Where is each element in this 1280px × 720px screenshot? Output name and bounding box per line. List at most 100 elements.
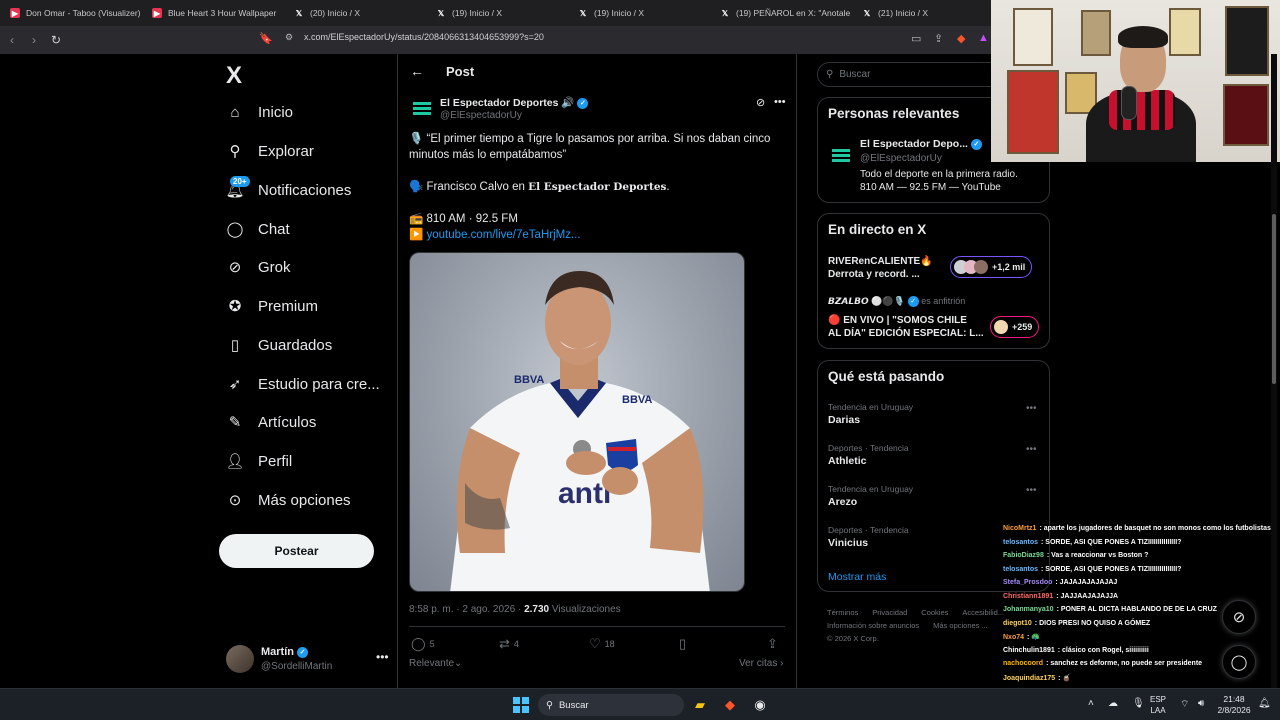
- nav-item-chat[interactable]: ◯ Chat: [226, 214, 290, 244]
- nav-item-profile[interactable]: 👤︎ Perfil: [225, 446, 292, 476]
- taskbar-search[interactable]: ⚲ Buscar: [538, 694, 684, 716]
- cast-icon[interactable]: ▭: [911, 32, 921, 45]
- notification-center-icon[interactable]: 🔔︎: [1258, 698, 1271, 709]
- reload-icon[interactable]: ↻: [46, 30, 66, 50]
- browser-tab[interactable]: ▶ Don Omar - Taboo (Visualizer): [0, 0, 142, 26]
- url-field[interactable]: x.com/ElEspectadorUy/status/208406631340…: [304, 32, 544, 42]
- browser-tab[interactable]: 𝕏 (19) Inicio / X: [426, 0, 568, 26]
- rocket-icon: ➶: [228, 376, 242, 393]
- trend-name[interactable]: Vinicius: [828, 537, 868, 549]
- trend-name[interactable]: Arezo: [828, 496, 857, 508]
- onedrive-icon[interactable]: ☁: [1108, 698, 1118, 709]
- relevant-handle: @ElEspectadorUy: [860, 153, 942, 164]
- grok-explain-icon[interactable]: ⊘: [756, 96, 765, 109]
- live-space-title[interactable]: RIVERenCALIENTE🔥 Derrota y record. ...: [828, 255, 948, 281]
- streamer-scarf: [1109, 90, 1175, 130]
- nav-item-notifications[interactable]: 🔔︎ 20+ Notificaciones: [225, 175, 351, 205]
- espectador-logo-icon: [832, 149, 850, 162]
- tweet-link-row: ▶️ youtube.com/live/7eTaHrjMz...: [409, 227, 789, 243]
- back-arrow-icon[interactable]: ←: [410, 63, 424, 79]
- rewards-icon[interactable]: ▲: [978, 32, 989, 44]
- more-dots-icon[interactable]: •••: [1026, 403, 1037, 414]
- quotes-link[interactable]: Ver citas ›: [739, 658, 783, 669]
- trend-name[interactable]: Athletic: [828, 455, 867, 467]
- live-space-title[interactable]: 🔴 EN VIVO | "SOMOS CHILE AL DÍA" EDICIÓN …: [828, 314, 988, 340]
- live-listeners-pill[interactable]: +1,2 mil: [950, 256, 1033, 278]
- chat-text: : JAJAJAJAJAJAJ: [1055, 579, 1118, 586]
- obs-icon[interactable]: ◉: [751, 696, 769, 714]
- footer-link[interactable]: Más opciones ...: [933, 621, 988, 630]
- browser-tab[interactable]: 𝕏 (19) PEÑAROL en X: "Anotale a: [710, 0, 852, 26]
- chat-message: Chinchulin1891: clásico con Rogel, siiii…: [1003, 647, 1149, 654]
- forward-icon[interactable]: ›: [24, 30, 44, 50]
- chat-text: : SORDE, ASI QUE PONES A TIZIIIIIIIIIIII…: [1041, 539, 1182, 546]
- chat-user: Stefa_Prosdoo: [1003, 579, 1053, 586]
- footer-link[interactable]: Información sobre anuncios: [827, 621, 919, 630]
- chat-icon: ◯: [1230, 654, 1248, 671]
- nav-item-explore[interactable]: ⚲ Explorar: [226, 136, 314, 166]
- brave-browser-icon[interactable]: ◆: [721, 696, 739, 714]
- footer-link[interactable]: Privacidad: [872, 608, 907, 617]
- page-scrollbar[interactable]: [1271, 54, 1277, 688]
- file-explorer-icon[interactable]: ▰: [691, 696, 709, 714]
- back-icon[interactable]: ‹: [2, 30, 22, 50]
- bookmark-button[interactable]: ▯: [679, 636, 686, 652]
- sort-dropdown[interactable]: Relevante⌄: [409, 658, 462, 669]
- input-language[interactable]: ESP LAA: [1150, 694, 1166, 716]
- more-dots-icon[interactable]: •••: [1026, 485, 1037, 496]
- taskbar-clock[interactable]: 21:48 2/8/2026: [1214, 694, 1254, 716]
- nav-item-grok[interactable]: ⊘ Grok: [226, 252, 291, 282]
- more-dots-icon[interactable]: •••: [376, 650, 389, 664]
- x-logo-icon[interactable]: X: [226, 62, 242, 90]
- live-listeners-pill[interactable]: +259: [990, 316, 1040, 338]
- grok-floating-button[interactable]: ⊘: [1222, 600, 1256, 634]
- bookmark-page-icon[interactable]: 🔖: [259, 32, 273, 45]
- nav-item-premium[interactable]: ✪ Premium: [226, 291, 318, 321]
- microphone-icon[interactable]: 🎙︎: [1132, 698, 1145, 709]
- volume-icon[interactable]: 🔊︎: [1198, 698, 1204, 709]
- site-info-icon[interactable]: ⚙: [285, 32, 293, 43]
- author-avatar[interactable]: [410, 96, 434, 120]
- more-dots-icon[interactable]: •••: [774, 96, 786, 108]
- nav-item-home[interactable]: ⌂ Inicio: [226, 97, 293, 127]
- post-button[interactable]: Postear: [219, 534, 374, 568]
- chat-user: diegot10: [1003, 620, 1032, 627]
- brave-shield-icon[interactable]: ◆: [957, 32, 965, 45]
- author-name-row[interactable]: El Espectador Deportes 🔊 ✓: [440, 96, 589, 109]
- show-more-link[interactable]: Mostrar más: [828, 571, 886, 583]
- like-button[interactable]: ♡ 18: [589, 636, 615, 652]
- post-timestamp[interactable]: 8:58 p. m. · 2 ago. 2026 ·: [409, 604, 524, 615]
- nav-item-articles[interactable]: ✎ Artículos: [226, 407, 317, 437]
- trend-category: Deportes · Tendencia: [828, 525, 909, 535]
- nav-item-creator-studio[interactable]: ➶ Estudio para cre...: [226, 369, 380, 399]
- reply-button[interactable]: ◯ 5: [411, 636, 435, 652]
- share-button[interactable]: ⇪: [767, 636, 778, 652]
- chevron-up-icon[interactable]: ˄: [1088, 698, 1094, 709]
- author-handle[interactable]: @ElEspectadorUy: [440, 110, 522, 121]
- chat-floating-button[interactable]: ◯: [1222, 645, 1256, 679]
- nav-item-bookmarks[interactable]: ▯ Guardados: [226, 330, 332, 360]
- account-switcher[interactable]: Martín ✓ @SordelliMartin •••: [226, 642, 389, 676]
- windows-start-icon[interactable]: [513, 697, 529, 713]
- relevant-name-row[interactable]: El Espectador Depo... ✓: [860, 138, 982, 150]
- browser-tab[interactable]: 𝕏 (19) Inicio / X: [568, 0, 710, 26]
- trend-category: Tendencia en Uruguay: [828, 484, 914, 494]
- trend-name[interactable]: Darias: [828, 414, 860, 426]
- footer-link[interactable]: Cookies: [921, 608, 948, 617]
- poster: [1225, 6, 1269, 76]
- scrollbar-thumb[interactable]: [1272, 214, 1276, 384]
- youtube-link[interactable]: youtube.com/live/7eTaHrjMz...: [427, 229, 581, 241]
- browser-tab[interactable]: 𝕏 (21) Inicio / X: [852, 0, 994, 26]
- browser-tab[interactable]: 𝕏 (20) Inicio / X: [284, 0, 426, 26]
- footer-link[interactable]: Términos: [827, 608, 858, 617]
- footer-row: Términos Privacidad Cookies Accesibilid...: [827, 606, 1007, 619]
- repost-button[interactable]: ⇄ 4: [499, 636, 519, 652]
- wifi-icon[interactable]: ⌔: [1180, 698, 1189, 711]
- relevant-avatar[interactable]: [830, 144, 852, 166]
- browser-tab[interactable]: ▶ Blue Heart 3 Hour Wallpaper: [142, 0, 284, 26]
- share-icon[interactable]: ⇪: [934, 32, 943, 45]
- post-photo[interactable]: anti BBVA BBVA: [409, 252, 745, 592]
- more-dots-icon[interactable]: •••: [1026, 444, 1037, 455]
- nav-item-more[interactable]: ⊙ Más opciones: [226, 485, 351, 515]
- footer-link[interactable]: Accesibilid...: [962, 608, 1004, 617]
